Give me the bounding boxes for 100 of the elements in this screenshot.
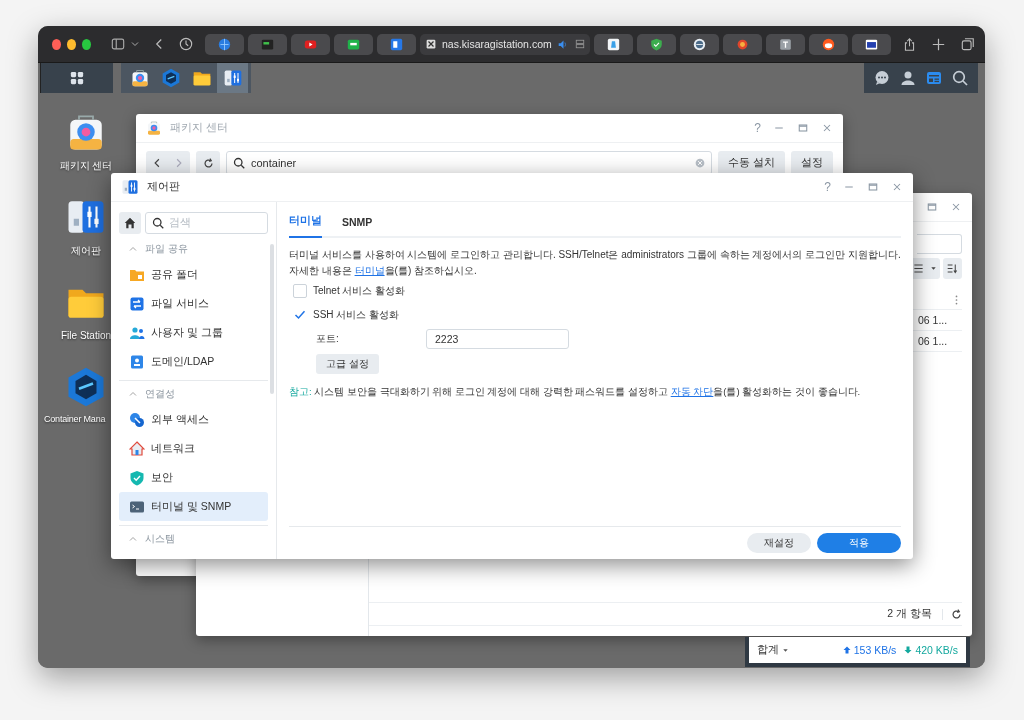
port-field[interactable]: 2223	[426, 329, 569, 349]
plus-icon	[932, 37, 945, 51]
favicon-icon	[304, 37, 317, 51]
maximize-button[interactable]	[926, 201, 938, 213]
refresh-button[interactable]	[942, 608, 962, 620]
sort-button[interactable]	[943, 258, 962, 279]
tab[interactable]: 터미널	[289, 214, 322, 238]
home-icon	[124, 217, 136, 229]
sidebar-item[interactable]: 네트워크	[119, 434, 268, 463]
checkbox-label[interactable]: Telnet 서비스 활성화	[313, 284, 406, 298]
dropdown-button[interactable]	[131, 40, 139, 48]
taskbar-app[interactable]	[217, 63, 248, 93]
close-button[interactable]	[52, 38, 61, 50]
maximize-icon	[867, 181, 879, 193]
sidebar-item[interactable]: 사용자 및 그룹	[119, 318, 268, 347]
sidebar-item[interactable]: 터미널 및 SNMP	[119, 492, 268, 521]
terminal-link[interactable]: 터미널	[354, 265, 385, 276]
address-text: nas.kisaragistation.com	[442, 38, 552, 50]
table-cell-text: 06 1...	[918, 314, 949, 326]
sidebar-item[interactable]: 도메인/LDAP	[119, 347, 268, 376]
item-count: 2 개 항목	[887, 607, 932, 621]
desktop-icon-label[interactable]: 패키지 센터	[59, 159, 113, 172]
close-button[interactable]	[891, 181, 903, 193]
window-title: 패키지 센터	[170, 121, 229, 135]
sidebar-item[interactable]: 공유 폴더	[119, 260, 268, 289]
sidebar-item[interactable]: 외부 액세스	[119, 405, 268, 434]
checkbox-label[interactable]: SSH 서비스 활성화	[313, 308, 400, 322]
refresh-icon	[951, 608, 962, 620]
chevron-up-icon	[129, 535, 137, 543]
main-menu-button[interactable]	[40, 63, 113, 93]
browser-tab[interactable]	[377, 33, 416, 55]
browser-tab[interactable]	[334, 33, 373, 55]
refresh-button[interactable]	[196, 151, 220, 175]
port-label: 포트:	[316, 332, 340, 346]
clock-icon	[179, 37, 193, 51]
note-text: 참고: 시스템 보안을 극대화하기 위해 로그인 계정에 대해 강력한 패스워드를 설정하고 자동 차단을(를) 활성화하는 것이 좋습니다.	[289, 386, 862, 399]
browser-tab[interactable]	[680, 33, 719, 55]
toolbar-button[interactable]: 수동 설치	[718, 151, 785, 175]
minimize-button[interactable]	[67, 38, 76, 50]
hexagon-icon	[160, 68, 181, 88]
chevron-up-icon	[129, 390, 137, 398]
download-speed: 420 KB/s	[915, 644, 958, 656]
maximize-button[interactable]	[867, 181, 879, 193]
address-tab[interactable]: nas.kisaragistation.com	[420, 33, 590, 55]
favicon-icon	[607, 37, 620, 51]
toolbar-button[interactable]: 설정	[791, 151, 833, 175]
auto-block-link[interactable]: 자동 차단	[670, 386, 714, 397]
share-button[interactable]	[903, 36, 916, 52]
close-button[interactable]	[950, 201, 962, 213]
history-button[interactable]	[179, 37, 193, 51]
house-icon	[129, 440, 145, 457]
close-button[interactable]	[821, 122, 833, 134]
desktop-icon-label[interactable]: Container Mana	[44, 414, 106, 426]
id-card-icon	[129, 353, 145, 370]
browser-tab[interactable]	[594, 33, 633, 55]
browser-tab[interactable]	[766, 33, 805, 55]
tab[interactable]: SNMP	[342, 216, 373, 236]
users-icon	[129, 324, 145, 341]
reset-button[interactable]: 재설정	[747, 533, 811, 553]
sidebar-item[interactable]: 파일 서비스	[119, 289, 268, 318]
favicon-icon	[347, 37, 360, 51]
new-tab-button[interactable]	[932, 37, 945, 51]
widgets-button[interactable]	[926, 70, 942, 86]
notifications-button[interactable]	[874, 70, 890, 86]
tab-overview-button[interactable]	[961, 37, 975, 51]
maximize-button[interactable]	[797, 122, 809, 134]
sidebar-button[interactable]	[111, 37, 125, 51]
upload-speed: 153 KB/s	[853, 644, 897, 656]
browser-tab[interactable]	[809, 33, 848, 55]
package-icon	[146, 120, 162, 136]
sidebar-item[interactable]: 보안	[119, 463, 268, 492]
description-text: 터미널 서비스를 사용하여 시스템에 로그인하고 관리합니다. SSH/Telnet은 administrators 그룹에 속하는 계정에서의 로그인만 지원합니다. 자세한 내용은 터미널을(를) 참조하십시오.	[289, 248, 901, 278]
close-icon	[891, 181, 903, 193]
caret-icon	[930, 265, 937, 272]
search-button[interactable]	[952, 70, 968, 86]
home-button[interactable]	[119, 212, 141, 234]
column-menu-button[interactable]	[955, 295, 958, 305]
upload-arrow-icon	[842, 646, 851, 654]
chevron-up-icon	[129, 245, 137, 253]
maximize-icon	[797, 122, 809, 134]
advanced-settings-button[interactable]: 고급 설정	[316, 354, 379, 374]
forward-icon	[174, 158, 184, 168]
window-title: 제어판	[147, 180, 181, 194]
grid-icon	[70, 71, 84, 85]
widget-icon	[926, 70, 942, 86]
desktop-icon-label[interactable]: 제어판	[71, 244, 101, 257]
browser-tab[interactable]	[852, 33, 891, 55]
search-icon	[233, 157, 245, 169]
zoom-button[interactable]	[82, 38, 91, 50]
apply-button[interactable]: 적용	[817, 533, 901, 553]
total-dropdown[interactable]: 합계	[757, 643, 835, 657]
user-button[interactable]	[900, 70, 916, 86]
back-icon	[152, 158, 162, 168]
check-icon	[294, 309, 306, 321]
link-icon	[129, 411, 145, 428]
table-cell-text: 06 1...	[918, 335, 949, 347]
checkbox[interactable]	[293, 284, 307, 298]
search-field[interactable]	[917, 234, 962, 254]
sidebar-icon	[111, 37, 125, 51]
desktop-icon-label[interactable]: File Station	[61, 329, 111, 342]
